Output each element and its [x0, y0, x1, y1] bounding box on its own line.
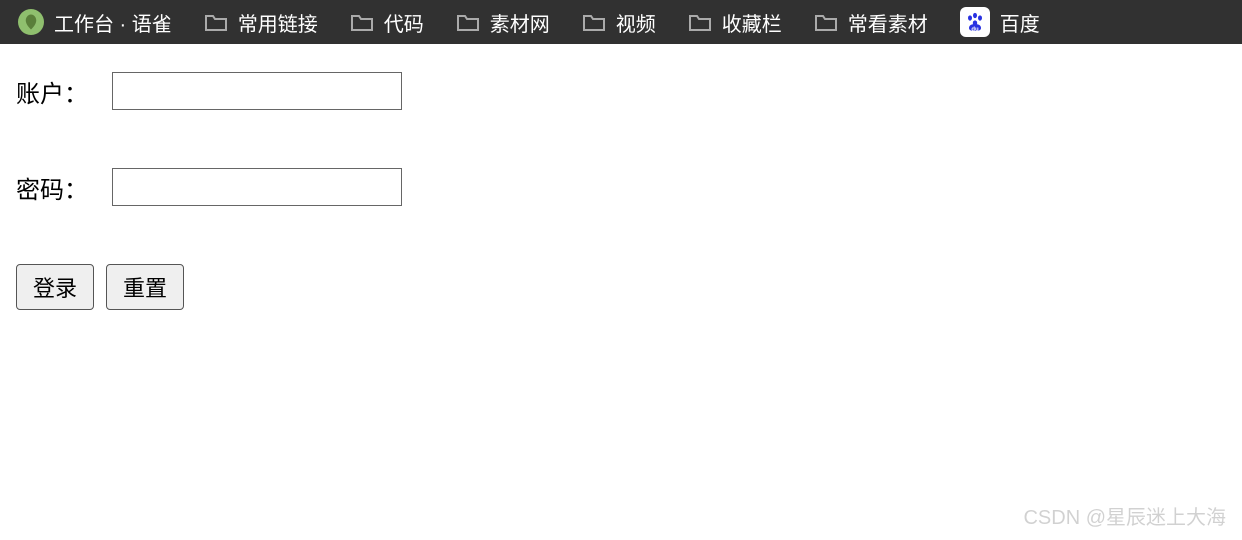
- bookmark-yuque[interactable]: 工作台 · 语雀: [18, 8, 172, 37]
- bookmark-folder-1[interactable]: 代码: [350, 8, 424, 37]
- bookmark-label: 工作台 · 语雀: [54, 8, 172, 37]
- account-row: 账户：: [16, 72, 1226, 110]
- bookmark-baidu[interactable]: du 百度: [960, 7, 1040, 37]
- bookmark-folder-0[interactable]: 常用链接: [204, 8, 318, 37]
- bookmark-label: 代码: [384, 8, 424, 37]
- button-row: 登录 重置: [16, 264, 1226, 310]
- bookmark-label: 视频: [616, 8, 656, 37]
- bookmark-bar: 工作台 · 语雀 常用链接 代码 素材网 视频 收藏栏 常看素材: [0, 0, 1242, 44]
- folder-icon: [204, 12, 228, 32]
- baidu-icon: du: [960, 7, 990, 37]
- folder-icon: [582, 12, 606, 32]
- password-row: 密码：: [16, 168, 1226, 206]
- account-label: 账户：: [16, 74, 112, 109]
- bookmark-folder-5[interactable]: 常看素材: [814, 8, 928, 37]
- bookmark-label: 百度: [1000, 8, 1040, 37]
- password-label: 密码：: [16, 170, 112, 205]
- yuque-icon: [18, 9, 44, 35]
- folder-icon: [814, 12, 838, 32]
- folder-icon: [456, 12, 480, 32]
- bookmark-label: 收藏栏: [722, 8, 782, 37]
- bookmark-label: 素材网: [490, 8, 550, 37]
- watermark: CSDN @星辰迷上大海: [1023, 501, 1226, 530]
- login-button[interactable]: 登录: [16, 264, 94, 310]
- bookmark-folder-4[interactable]: 收藏栏: [688, 8, 782, 37]
- folder-icon: [350, 12, 374, 32]
- svg-text:du: du: [971, 27, 979, 33]
- bookmark-folder-2[interactable]: 素材网: [456, 8, 550, 37]
- reset-button[interactable]: 重置: [106, 264, 184, 310]
- login-form: 账户： 密码： 登录 重置: [0, 44, 1242, 338]
- bookmark-label: 常用链接: [238, 8, 318, 37]
- account-input[interactable]: [112, 72, 402, 110]
- bookmark-folder-3[interactable]: 视频: [582, 8, 656, 37]
- folder-icon: [688, 12, 712, 32]
- password-input[interactable]: [112, 168, 402, 206]
- bookmark-label: 常看素材: [848, 8, 928, 37]
